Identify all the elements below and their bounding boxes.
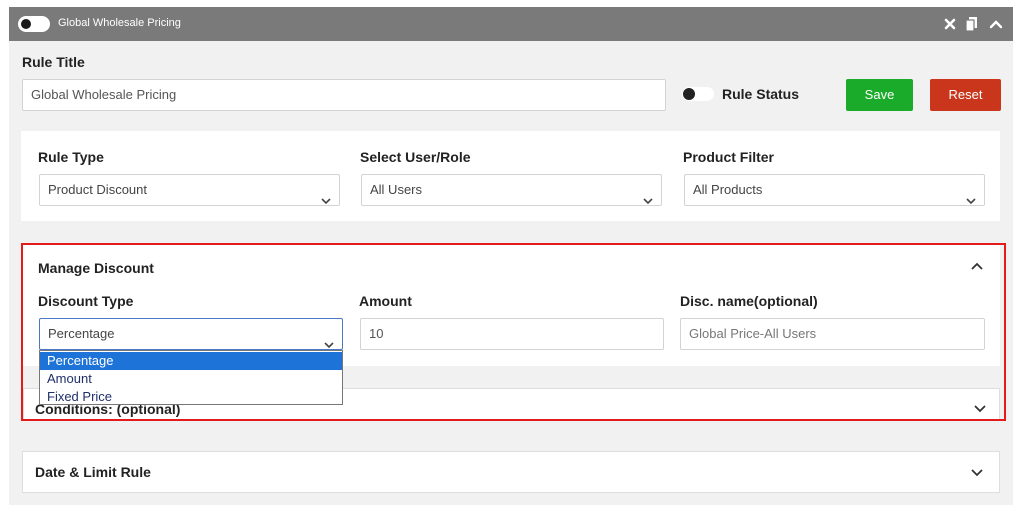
rule-status-switch[interactable] — [682, 87, 714, 101]
user-role-select[interactable]: All Users — [361, 174, 662, 206]
switch-knob — [683, 88, 695, 100]
save-button[interactable]: Save — [846, 79, 913, 111]
user-role-label: Select User/Role — [360, 149, 471, 165]
rule-title-label: Rule Title — [22, 54, 85, 70]
rule-enable-toggle[interactable] — [18, 16, 50, 32]
product-filter-select[interactable]: All Products — [684, 174, 985, 206]
chevron-down-icon — [321, 186, 331, 205]
rule-type-label: Rule Type — [38, 149, 104, 165]
copy-icon[interactable] — [964, 15, 980, 33]
close-icon[interactable] — [942, 15, 958, 33]
product-filter-value: All Products — [693, 182, 763, 197]
rule-type-value: Product Discount — [48, 182, 147, 197]
chevron-down-icon — [966, 186, 976, 205]
panel-header: Global Wholesale Pricing — [9, 7, 1013, 41]
toggle-knob — [21, 19, 31, 29]
rule-type-select[interactable]: Product Discount — [39, 174, 340, 206]
date-limit-card[interactable] — [22, 451, 1000, 493]
date-limit-title: Date & Limit Rule — [35, 464, 151, 480]
rule-status-label: Rule Status — [722, 86, 800, 102]
chevron-down-icon[interactable] — [969, 464, 985, 480]
reset-button[interactable]: Reset — [930, 79, 1001, 111]
chevron-down-icon — [643, 186, 653, 205]
highlight-box — [21, 243, 1006, 421]
chevron-up-icon[interactable] — [988, 15, 1004, 33]
product-filter-label: Product Filter — [683, 149, 775, 165]
user-role-value: All Users — [370, 182, 423, 197]
panel-title: Global Wholesale Pricing — [58, 17, 181, 29]
rule-title-input[interactable]: Global Wholesale Pricing — [22, 79, 666, 111]
